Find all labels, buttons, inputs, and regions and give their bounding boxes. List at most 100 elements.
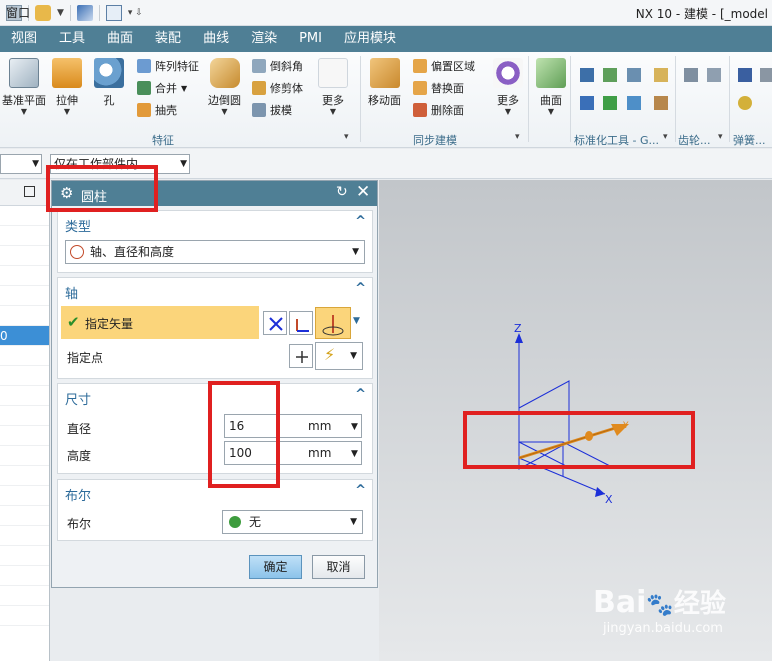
menu-render[interactable]: 渲染: [240, 26, 288, 52]
shell-button[interactable]: 抽壳: [137, 102, 177, 118]
spring-tool-icon[interactable]: [738, 68, 752, 82]
chamfer-button[interactable]: 倒斜角: [252, 58, 303, 74]
chevron-down-icon: ▼: [350, 351, 357, 361]
list-item[interactable]: [0, 486, 49, 506]
separator: [69, 4, 71, 21]
collapse-icon[interactable]: ^: [355, 387, 366, 402]
std-tool-icon[interactable]: [627, 96, 641, 110]
list-item[interactable]: [0, 586, 49, 606]
edge-blend-button[interactable]: 边倒圆 ▼: [208, 58, 241, 116]
collapse-icon[interactable]: ^: [355, 483, 366, 498]
std-tool-icon[interactable]: [654, 96, 668, 110]
offset-region-button[interactable]: 偏置区域: [413, 58, 475, 74]
menu-pmi[interactable]: PMI: [288, 26, 333, 52]
surface-button[interactable]: 曲面 ▼: [536, 58, 566, 116]
std-tool-icon[interactable]: [580, 68, 594, 82]
collapse-icon[interactable]: ^: [355, 214, 366, 229]
axis-header: 轴: [65, 287, 79, 302]
collapse-icon[interactable]: ^: [355, 281, 366, 296]
list-item[interactable]: [0, 446, 49, 466]
draft-button[interactable]: 拔模: [252, 102, 292, 118]
unite-button[interactable]: 合并 ▼: [137, 80, 187, 96]
chevron-down-icon[interactable]: ▾: [718, 132, 723, 142]
move-face-label: 移动面: [368, 94, 401, 107]
gear-tool-icon[interactable]: [707, 68, 721, 82]
point-dialog-button[interactable]: [289, 344, 313, 368]
trim-body-button[interactable]: 修剪体: [252, 80, 303, 96]
specify-vector-row[interactable]: ✔ 指定矢量: [61, 306, 259, 339]
chevron-down-icon[interactable]: ▾ ⇩: [128, 8, 143, 18]
list-item[interactable]: [0, 266, 49, 286]
chevron-down-icon[interactable]: ▾: [515, 132, 520, 142]
list-item[interactable]: [0, 526, 49, 546]
list-item[interactable]: [0, 226, 49, 246]
spring-tool-icon[interactable]: [738, 96, 752, 110]
menu-curve[interactable]: 曲线: [192, 26, 240, 52]
extrude-button[interactable]: 拉伸 ▼: [52, 58, 82, 116]
list-item[interactable]: [0, 286, 49, 306]
feature-more-button[interactable]: 更多 ▼: [318, 58, 348, 116]
feature-group-label: 特征: [152, 134, 174, 147]
list-item[interactable]: [0, 386, 49, 406]
menu-tools[interactable]: 工具: [48, 26, 96, 52]
diameter-unit[interactable]: mm: [308, 415, 331, 437]
chevron-down-icon[interactable]: ▼: [57, 8, 64, 18]
type-dropdown[interactable]: 轴、直径和高度 ▼: [65, 240, 365, 264]
replace-face-button[interactable]: 替换面: [413, 80, 464, 96]
inferred-vector-icon: [322, 315, 344, 336]
ok-button[interactable]: 确定: [249, 555, 302, 579]
menu-applications[interactable]: 应用模块: [333, 26, 407, 52]
menu-view[interactable]: 视图: [0, 26, 48, 52]
chevron-down-icon[interactable]: ▼: [351, 416, 358, 438]
inferred-vector-button[interactable]: [315, 307, 351, 339]
list-item[interactable]: [0, 506, 49, 526]
list-item-selected[interactable]: 0: [0, 326, 49, 346]
vector-dialog-button[interactable]: [289, 311, 313, 335]
list-item[interactable]: [0, 306, 49, 326]
menu-surface[interactable]: 曲面: [96, 26, 144, 52]
list-item[interactable]: [0, 406, 49, 426]
hole-button[interactable]: 孔: [94, 58, 124, 108]
list-item[interactable]: [0, 546, 49, 566]
move-face-button[interactable]: 移动面: [368, 58, 401, 108]
reset-icon[interactable]: ↻: [336, 184, 348, 200]
list-item[interactable]: [0, 426, 49, 446]
sync-more-button[interactable]: 更多 ▼: [493, 58, 523, 116]
list-item[interactable]: [0, 346, 49, 366]
maximize-icon[interactable]: [24, 186, 35, 197]
list-item[interactable]: [0, 366, 49, 386]
cancel-button[interactable]: 取消: [312, 555, 365, 579]
chevron-down-icon[interactable]: ▾: [663, 132, 668, 142]
brush-icon[interactable]: [76, 4, 93, 21]
list-item[interactable]: [0, 606, 49, 626]
delete-face-button[interactable]: 删除面: [413, 102, 464, 118]
std-tool-icon[interactable]: [627, 68, 641, 82]
height-unit[interactable]: mm: [308, 442, 331, 464]
list-item[interactable]: [0, 246, 49, 266]
chevron-down-icon[interactable]: ▼: [353, 316, 360, 326]
std-tool-icon[interactable]: [580, 96, 594, 110]
inferred-point-button[interactable]: ⚡ ▼: [315, 342, 363, 370]
std-tool-icon[interactable]: [603, 68, 617, 82]
std-tool-icon[interactable]: [654, 68, 668, 82]
type-filter-dropdown[interactable]: ▼: [0, 154, 42, 174]
separator: [729, 56, 730, 142]
menu-assembly[interactable]: 装配: [144, 26, 192, 52]
gear-tool-icon[interactable]: [684, 68, 698, 82]
pattern-feature-button[interactable]: 阵列特征: [137, 58, 199, 74]
reverse-direction-button[interactable]: [263, 311, 287, 335]
window-menu-label[interactable]: 窗口: [6, 4, 30, 21]
chevron-down-icon[interactable]: ▾: [344, 132, 349, 142]
list-item[interactable]: [0, 206, 49, 226]
help-icon[interactable]: [35, 4, 51, 21]
close-icon[interactable]: ✕: [356, 182, 370, 202]
separator: [570, 56, 571, 142]
std-tool-icon[interactable]: [603, 96, 617, 110]
list-item[interactable]: [0, 466, 49, 486]
window-icon[interactable]: [105, 4, 122, 21]
datum-plane-button[interactable]: 基准平面 ▼: [2, 58, 46, 116]
boolean-dropdown[interactable]: 无 ▼: [222, 510, 363, 534]
spring-tool-icon[interactable]: [760, 68, 772, 82]
list-item[interactable]: [0, 566, 49, 586]
chevron-down-icon[interactable]: ▼: [351, 443, 358, 465]
